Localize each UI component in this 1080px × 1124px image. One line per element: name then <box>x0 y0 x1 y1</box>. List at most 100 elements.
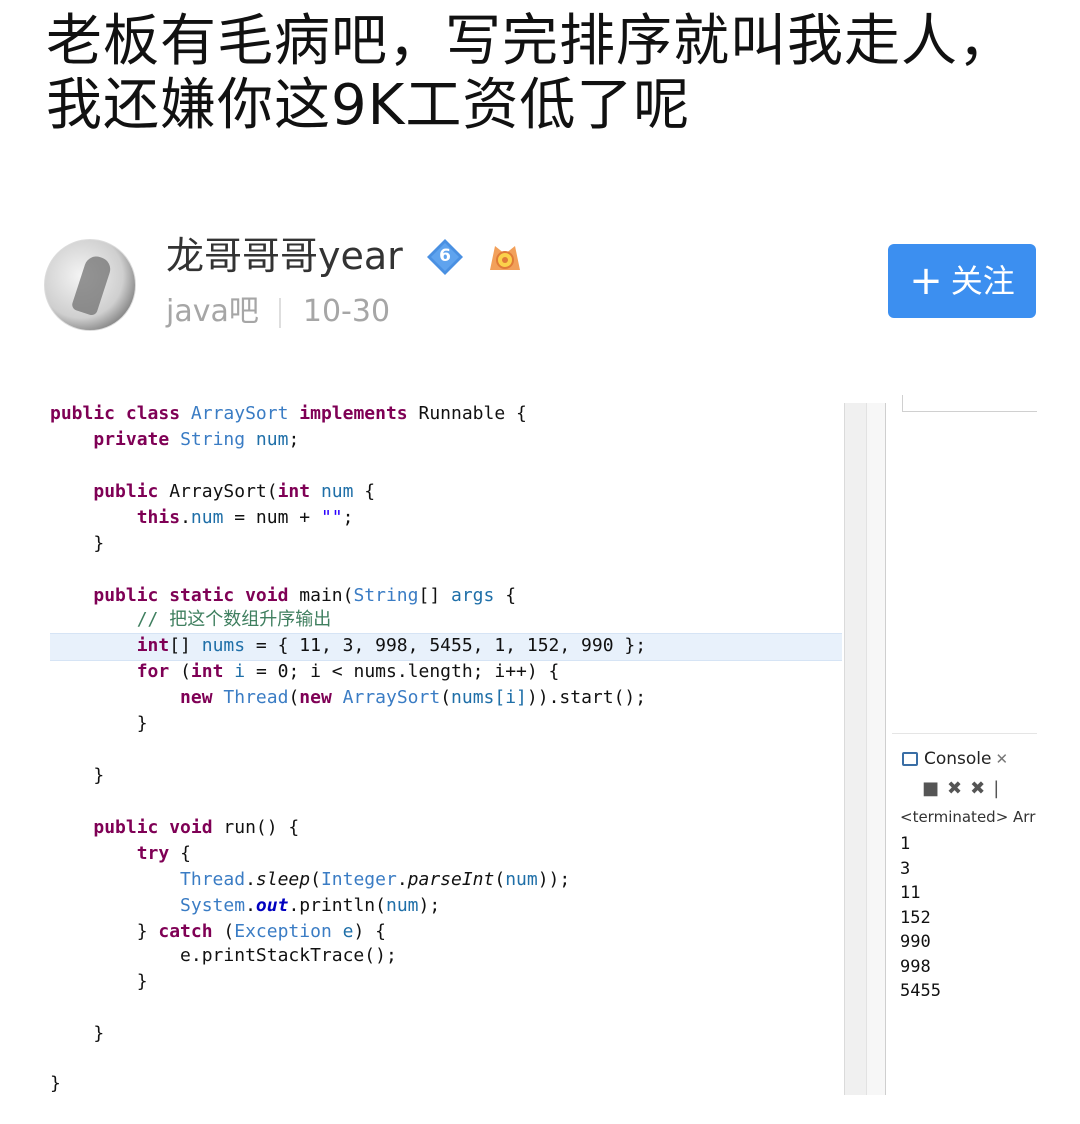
code-token: new <box>299 687 343 708</box>
code-token: catch <box>158 921 224 942</box>
code-token: main( <box>299 585 354 606</box>
code-screenshot: public class ArraySort implements Runnab… <box>44 395 1037 1100</box>
code-token: this <box>136 507 181 528</box>
console-output-line: 5455 <box>900 981 941 1001</box>
console-tab[interactable]: Console ✕ <box>902 748 1008 770</box>
code-token: . <box>245 869 256 890</box>
code-token: )).start(); <box>526 687 647 708</box>
code-token: try <box>136 843 181 864</box>
console-output-line: 11 <box>900 883 921 903</box>
code-token: Integer <box>320 869 397 890</box>
code-token: .println( <box>288 895 386 916</box>
code-line: } <box>50 1071 61 1097</box>
code-token: ) { <box>353 921 386 942</box>
code-token: e <box>342 921 354 942</box>
code-token: Exception <box>234 921 343 942</box>
code-token: Runnable { <box>418 403 527 424</box>
code-token: . <box>245 895 256 916</box>
code-token: nums <box>201 635 246 656</box>
level-badge: 6 <box>426 238 464 276</box>
code-token: public static void <box>93 585 300 606</box>
code-token: ( <box>494 869 506 890</box>
author-name[interactable]: 龙哥哥哥year <box>166 232 403 280</box>
code-token: = num + <box>223 507 321 528</box>
code-token: { <box>353 481 376 502</box>
code-token: args <box>451 585 495 606</box>
code-token: [] <box>169 635 202 656</box>
author-avatar[interactable] <box>44 239 136 331</box>
code-token: for <box>136 661 181 682</box>
medal-icon <box>486 240 524 276</box>
stop-icon[interactable]: ■ <box>922 778 939 799</box>
code-line: new Thread(new ArraySort(nums[i])).start… <box>50 685 646 711</box>
console-panel: Console ✕ ■ ✖ ✖ | <terminated> Arr 1 3 11 152 99… <box>892 733 1037 1100</box>
code-token: ArraySort <box>190 403 300 424</box>
code-token: ; <box>288 429 300 450</box>
follow-label: 关注 <box>950 262 1015 300</box>
console-output-line: 1 <box>900 834 911 854</box>
code-line: } <box>50 969 148 995</box>
code-line: this.num = num + ""; <box>50 505 354 531</box>
console-output-line: 998 <box>900 956 931 977</box>
meta-divider <box>278 297 281 328</box>
code-line: for (int i = 0; i < nums.length; i++) { <box>50 659 560 685</box>
code-token: num <box>320 481 354 502</box>
forum-name[interactable]: java吧 <box>166 294 259 329</box>
editor-scrollbar <box>844 403 867 1095</box>
code-token: implements <box>299 403 419 424</box>
code-line: // 把这个数组升序输出 <box>50 607 332 633</box>
close-icon[interactable]: ✕ <box>996 750 1009 768</box>
console-tab-label: Console <box>924 749 992 769</box>
code-token: // 把这个数组升序输出 <box>136 609 332 630</box>
code-token: )); <box>537 869 571 890</box>
code-line: public class ArraySort implements Runnab… <box>50 401 527 427</box>
code-token: sleep <box>255 869 311 890</box>
code-token: } <box>50 921 159 942</box>
code-token: Thread <box>223 687 289 708</box>
code-line: } <box>50 763 104 789</box>
remove-launch-icon[interactable]: ✖ <box>947 778 962 799</box>
code-line: Thread.sleep(Integer.parseInt(num)); <box>50 867 570 893</box>
code-token: nums[i] <box>451 687 527 708</box>
code-token: "" <box>320 507 343 528</box>
plus-icon: + <box>909 258 943 304</box>
code-token: i <box>234 661 246 682</box>
code-token: ( <box>223 921 235 942</box>
code-token: ( <box>180 661 191 682</box>
code-token: String <box>353 585 419 606</box>
code-line: int[] nums = { 11, 3, 998, 5455, 1, 152,… <box>50 633 646 659</box>
code-line: try { <box>50 841 191 867</box>
code-token: String <box>180 429 256 450</box>
code-line: System.out.println(num); <box>50 893 440 919</box>
code-token: num <box>255 429 289 450</box>
code-token: num <box>385 895 419 916</box>
level-number: 6 <box>439 246 451 266</box>
code-token: { <box>494 585 517 606</box>
post-title: 老板有毛病吧，写完排序就叫我走人，我还嫌你这9K工资低了呢 <box>46 9 1015 138</box>
code-token: . <box>396 869 408 890</box>
code-line: private String num; <box>50 427 299 453</box>
console-output-line: 3 <box>900 858 911 879</box>
editor-sash <box>866 403 886 1095</box>
code-token: } <box>50 533 105 554</box>
code-line: } <box>50 711 148 737</box>
code-token: } <box>50 971 148 992</box>
console-toolbar: ■ ✖ ✖ | <box>922 778 1007 799</box>
code-token: ( <box>310 869 321 890</box>
console-output-line: 990 <box>900 932 931 952</box>
remove-all-icon[interactable]: ✖ <box>970 778 985 799</box>
code-token: ( <box>440 687 452 708</box>
code-line: } <box>50 531 104 557</box>
code-line: public static void main(String[] args { <box>50 583 516 609</box>
code-token: } <box>50 765 105 786</box>
follow-button[interactable]: + 关注 <box>888 244 1036 318</box>
